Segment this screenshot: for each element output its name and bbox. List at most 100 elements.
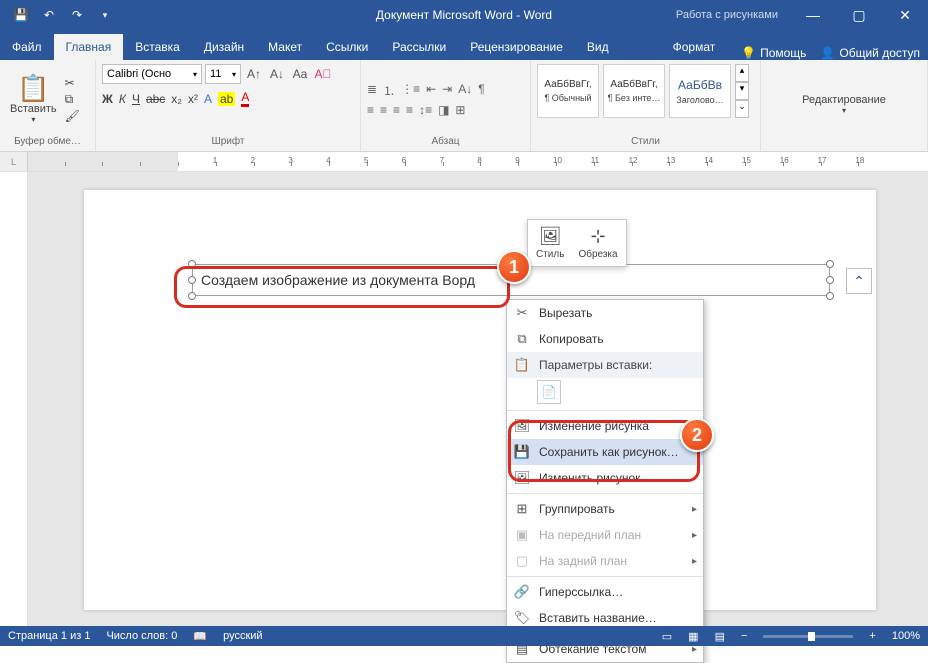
- tab-references[interactable]: Ссылки: [314, 34, 380, 60]
- line-spacing-icon[interactable]: ↕≡: [419, 103, 432, 117]
- underline-button[interactable]: Ч: [132, 92, 140, 106]
- zoom-level[interactable]: 100%: [892, 630, 920, 642]
- undo-icon[interactable]: ↶: [36, 2, 62, 28]
- view-read-icon[interactable]: ▭: [662, 630, 672, 643]
- ruler-vertical[interactable]: [0, 172, 28, 626]
- group-clipboard: 📋 Вставить ▾ ✂ ⧉ 🖌 Буфер обме…: [0, 60, 96, 151]
- paste-option-1[interactable]: 📄: [537, 380, 561, 404]
- change-case-icon[interactable]: Aa: [290, 67, 310, 81]
- font-color-icon[interactable]: A: [241, 90, 249, 107]
- tab-file[interactable]: Файл: [0, 34, 54, 60]
- share-button[interactable]: 👤Общий доступ: [820, 46, 920, 60]
- shading-icon[interactable]: ◨: [438, 103, 449, 117]
- view-web-icon[interactable]: ▤: [715, 630, 725, 643]
- copy-icon[interactable]: ⧉: [65, 92, 80, 107]
- highlight-icon[interactable]: ab: [218, 92, 235, 106]
- quick-access-toolbar: 💾 ↶ ↷ ▾: [0, 2, 118, 28]
- redo-icon[interactable]: ↷: [64, 2, 90, 28]
- shrink-font-icon[interactable]: A↓: [267, 67, 287, 81]
- zoom-slider[interactable]: [763, 635, 853, 638]
- bold-button[interactable]: Ж: [102, 92, 113, 106]
- tab-home[interactable]: Главная: [54, 34, 124, 60]
- superscript-button[interactable]: x²: [188, 92, 198, 106]
- ruler-horizontal[interactable]: L 123456789101112131415161718: [0, 152, 928, 172]
- save-icon[interactable]: 💾: [8, 2, 34, 28]
- tab-mailings[interactable]: Рассылки: [380, 34, 458, 60]
- multilevel-icon[interactable]: ⋮≡: [401, 82, 420, 99]
- title-bar: 💾 ↶ ↷ ▾ Документ Microsoft Word - Word Р…: [0, 0, 928, 30]
- tab-layout[interactable]: Макет: [256, 34, 314, 60]
- handle-ne[interactable]: [826, 260, 834, 268]
- zoom-in-button[interactable]: +: [869, 630, 875, 642]
- tell-me[interactable]: 💡Помощь: [741, 46, 806, 60]
- tab-insert[interactable]: Вставка: [123, 34, 192, 60]
- borders-icon[interactable]: ⊞: [455, 103, 465, 117]
- view-print-icon[interactable]: ▦: [688, 630, 698, 643]
- handle-se[interactable]: [826, 292, 834, 300]
- italic-button[interactable]: К: [119, 92, 126, 106]
- menu-edit-picture[interactable]: 🖼 Изменение рисунка ▸: [507, 413, 703, 439]
- style-no-spacing[interactable]: АаБбВвГг, ¶ Без инте…: [603, 64, 665, 118]
- maximize-button[interactable]: ▢: [836, 0, 882, 30]
- group-styles: АаБбВвГг, ¶ Обычный АаБбВвГг, ¶ Без инте…: [531, 60, 761, 151]
- status-proof-icon[interactable]: 📖: [193, 630, 207, 643]
- subscript-button[interactable]: x₂: [171, 92, 182, 106]
- increase-indent-icon[interactable]: ⇥: [442, 82, 452, 99]
- group-label-paragraph: Абзац: [367, 134, 524, 147]
- menu-hyperlink[interactable]: 🔗 Гиперссылка…: [507, 579, 703, 605]
- handle-nw[interactable]: [188, 260, 196, 268]
- status-language[interactable]: русский: [223, 630, 262, 642]
- status-words[interactable]: Число слов: 0: [106, 630, 177, 642]
- tab-view[interactable]: Вид: [575, 34, 621, 60]
- format-painter-icon[interactable]: 🖌: [65, 109, 80, 123]
- bullets-icon[interactable]: ≣: [367, 82, 377, 99]
- style-heading1[interactable]: АаБбВв Заголово…: [669, 64, 731, 118]
- contextual-tab-title: Работа с рисунками: [676, 9, 778, 21]
- copy-icon: ⧉: [513, 331, 531, 347]
- document-area: Создаем изображение из документа Ворд ⌃: [0, 172, 928, 626]
- grow-font-icon[interactable]: A↑: [244, 67, 264, 81]
- minimize-button[interactable]: —: [790, 0, 836, 30]
- status-page[interactable]: Страница 1 из 1: [8, 630, 90, 642]
- tab-format[interactable]: Формат: [661, 34, 728, 60]
- align-right-icon[interactable]: ≡: [393, 103, 400, 117]
- paste-button[interactable]: 📋 Вставить ▾: [6, 73, 61, 126]
- cut-icon[interactable]: ✂: [65, 76, 80, 90]
- align-center-icon[interactable]: ≡: [380, 103, 387, 117]
- group-editing: Редактирование ▾: [761, 60, 928, 151]
- show-marks-icon[interactable]: ¶: [478, 82, 484, 99]
- align-left-icon[interactable]: ≡: [367, 103, 374, 117]
- mini-crop-button[interactable]: ⊹ Обрезка: [574, 224, 621, 262]
- menu-copy[interactable]: ⧉ Копировать: [507, 326, 703, 352]
- strike-button[interactable]: abc: [146, 92, 165, 106]
- clear-format-icon[interactable]: A⃠: [313, 67, 333, 81]
- close-button[interactable]: ✕: [882, 0, 928, 30]
- layout-options-button[interactable]: ⌃: [846, 268, 872, 294]
- menu-group[interactable]: ⊞ Группировать ▸: [507, 496, 703, 522]
- decrease-indent-icon[interactable]: ⇤: [426, 82, 436, 99]
- tab-design[interactable]: Дизайн: [192, 34, 256, 60]
- status-bar: Страница 1 из 1 Число слов: 0 📖 русский …: [0, 626, 928, 646]
- menu-cut[interactable]: ✂ Вырезать: [507, 300, 703, 326]
- group-label-clipboard: Буфер обме…: [6, 134, 89, 147]
- tab-review[interactable]: Рецензирование: [458, 34, 575, 60]
- zoom-out-button[interactable]: −: [741, 630, 747, 642]
- ribbon: 📋 Вставить ▾ ✂ ⧉ 🖌 Буфер обме… Calibri (…: [0, 60, 928, 152]
- handle-sw[interactable]: [188, 292, 196, 300]
- font-size-combo[interactable]: 11▾: [205, 64, 241, 84]
- numbering-icon[interactable]: ⒈: [383, 82, 395, 99]
- editing-button[interactable]: Редактирование ▾: [798, 92, 890, 117]
- font-name-combo[interactable]: Calibri (Осно▾: [102, 64, 202, 84]
- menu-save-as-picture[interactable]: 💾 Сохранить как рисунок…: [507, 439, 703, 465]
- menu-change-picture[interactable]: 🖼 Изменить рисунок…: [507, 465, 703, 491]
- styles-scroll[interactable]: ▴▾⌄: [735, 64, 749, 118]
- style-normal[interactable]: АаБбВвГг, ¶ Обычный: [537, 64, 599, 118]
- sort-icon[interactable]: A↓: [458, 82, 472, 99]
- justify-icon[interactable]: ≡: [406, 103, 413, 117]
- page[interactable]: Создаем изображение из документа Ворд ⌃: [84, 190, 876, 610]
- handle-w[interactable]: [188, 276, 196, 284]
- handle-e[interactable]: [826, 276, 834, 284]
- text-effects-icon[interactable]: A: [204, 92, 212, 106]
- mini-style-button[interactable]: 🖼 Стиль: [532, 224, 568, 262]
- qat-dropdown-icon[interactable]: ▾: [92, 2, 118, 28]
